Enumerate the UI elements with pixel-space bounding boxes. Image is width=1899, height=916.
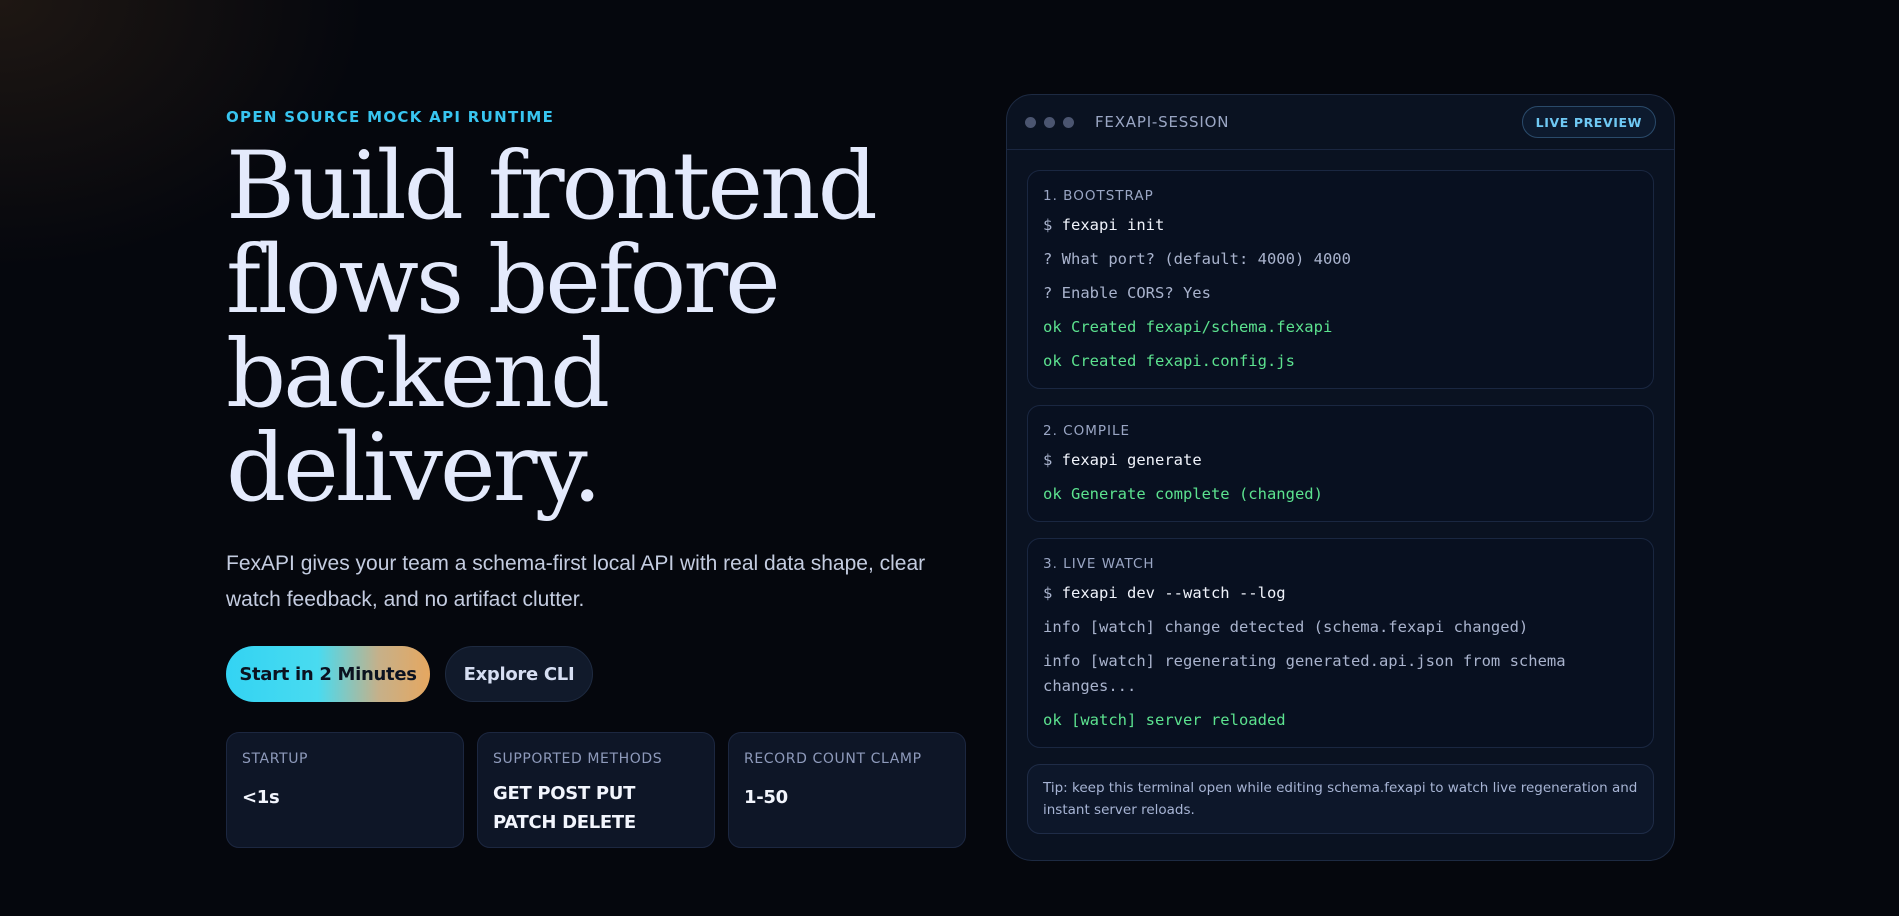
- prompt-symbol: $: [1043, 216, 1062, 234]
- prompt-symbol: $: [1043, 451, 1062, 469]
- stat-label: STARTUP: [242, 751, 309, 767]
- hero-eyebrow: OPEN SOURCE MOCK API RUNTIME: [226, 108, 555, 126]
- success-line: ok [watch] server reloaded: [1043, 711, 1286, 729]
- start-button[interactable]: Start in 2 Minutes: [226, 646, 430, 702]
- success-line: ok Generate complete (changed): [1043, 485, 1323, 503]
- success-line: ok Created fexapi/schema.fexapi: [1043, 318, 1333, 336]
- headline-line: backend: [226, 320, 610, 429]
- terminal-window: FEXAPI-SESSION LIVE PREVIEW 1. BOOTSTRAP…: [1006, 94, 1675, 861]
- terminal-tip: Tip: keep this terminal open while editi…: [1027, 764, 1654, 834]
- stat-card-methods: SUPPORTED METHODS GET POST PUT PATCH DEL…: [477, 732, 715, 848]
- prompt-symbol: $: [1043, 584, 1062, 602]
- success-line: ok Created fexapi.config.js: [1043, 352, 1295, 370]
- step-title: 3. LIVE WATCH: [1043, 556, 1155, 572]
- cta-row: Start in 2 Minutes Explore CLI: [226, 646, 986, 702]
- window-dot-icon: [1063, 116, 1074, 128]
- headline-line: flows before: [226, 226, 781, 335]
- stat-value: 1-50: [744, 787, 788, 808]
- live-preview-badge: LIVE PREVIEW: [1521, 106, 1656, 138]
- command-line: $ fexapi generate: [1043, 448, 1638, 473]
- terminal-title: FEXAPI-SESSION: [1095, 113, 1230, 131]
- stat-label: RECORD COUNT CLAMP: [744, 751, 922, 767]
- terminal-header: FEXAPI-SESSION LIVE PREVIEW: [1007, 95, 1674, 150]
- headline-line: delivery.: [226, 414, 602, 523]
- stat-card-record-clamp: RECORD COUNT CLAMP 1-50: [728, 732, 966, 848]
- step-title: 1. BOOTSTRAP: [1043, 188, 1154, 204]
- stats-row: STARTUP <1s SUPPORTED METHODS GET POST P…: [226, 732, 986, 848]
- terminal-body: 1. BOOTSTRAP $ fexapi init ? What port? …: [1007, 150, 1674, 834]
- command-line: $ fexapi init: [1043, 213, 1638, 238]
- window-controls: [1025, 116, 1074, 128]
- hero-section: OPEN SOURCE MOCK API RUNTIME Build front…: [226, 108, 986, 848]
- stat-card-startup: STARTUP <1s: [226, 732, 464, 848]
- explore-cli-button[interactable]: Explore CLI: [445, 646, 593, 702]
- stat-label: SUPPORTED METHODS: [493, 751, 663, 767]
- command-text: fexapi init: [1061, 216, 1165, 234]
- step-live-watch: 3. LIVE WATCH $ fexapi dev --watch --log…: [1027, 538, 1654, 748]
- hero-headline: Build frontend flows before backend deli…: [226, 140, 986, 516]
- hero-description: FexAPI gives your team a schema-first lo…: [226, 552, 926, 611]
- window-dot-icon: [1025, 116, 1036, 128]
- command-text: fexapi dev --watch --log: [1061, 584, 1286, 602]
- window-dot-icon: [1044, 116, 1055, 128]
- step-bootstrap: 1. BOOTSTRAP $ fexapi init ? What port? …: [1027, 170, 1654, 389]
- stat-value: <1s: [242, 787, 280, 808]
- command-text: fexapi generate: [1061, 451, 1202, 469]
- output-line: info [watch] regenerating generated.api.…: [1043, 652, 1575, 695]
- output-line: ? What port? (default: 4000) 4000: [1043, 250, 1351, 268]
- command-line: $ fexapi dev --watch --log: [1043, 581, 1638, 606]
- output-line: ? Enable CORS? Yes: [1043, 284, 1211, 302]
- headline-line: Build frontend: [226, 132, 878, 241]
- step-compile: 2. COMPILE $ fexapi generate ok Generate…: [1027, 405, 1654, 522]
- output-line: info [watch] change detected (schema.fex…: [1043, 618, 1529, 636]
- step-title: 2. COMPILE: [1043, 423, 1131, 439]
- stat-value: GET POST PUT PATCH DELETE: [493, 783, 636, 833]
